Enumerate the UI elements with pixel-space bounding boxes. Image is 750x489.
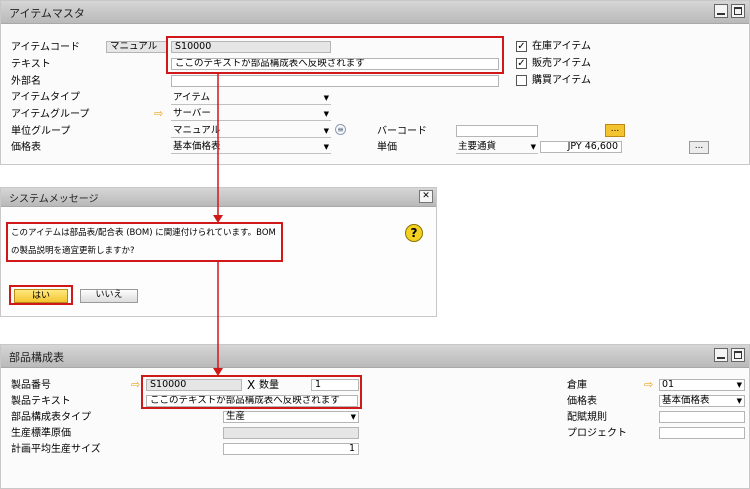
uom-group-dropdown[interactable]: マニュアル [171, 125, 331, 137]
product-no-link-arrow[interactable]: ⇨ [131, 379, 140, 391]
item-master-window: アイテムマスタ アイテムコード テキスト 外部名 アイテムタイプ アイテムグルー… [0, 0, 750, 165]
barcode-label: バーコード [377, 126, 427, 137]
project-label: プロジェクト [567, 428, 627, 439]
bom-maximize-button[interactable] [731, 348, 745, 362]
question-icon: ? [405, 224, 423, 242]
unit-price-field[interactable]: JPY 46,600 [540, 141, 622, 153]
distribution-rule-field[interactable] [659, 411, 745, 423]
item-code-label: アイテムコード [11, 42, 80, 53]
product-text-label: 製品テキスト [11, 396, 71, 407]
inventory-item-label: 在庫アイテム [532, 41, 591, 52]
system-message-titlebar: システムメッセージ ✕ [1, 188, 436, 207]
purchase-item-label: 購買アイテム [532, 75, 591, 86]
item-type-label: アイテムタイプ [11, 92, 80, 103]
unit-price-detail-button[interactable]: ... [689, 141, 709, 154]
item-master-titlebar: アイテムマスタ [1, 1, 749, 24]
item-master-title: アイテムマスタ [9, 7, 85, 20]
sales-item-label: 販売アイテム [532, 58, 591, 69]
uom-group-label: 単位グループ [11, 126, 71, 137]
bom-type-label: 部品構成表タイプ [11, 412, 91, 423]
bom-minimize-button[interactable] [714, 348, 728, 362]
inventory-item-checkbox[interactable]: ✓ [516, 41, 527, 52]
planned-size-label: 計画平均生産サイズ [11, 444, 101, 455]
currency-dropdown[interactable]: 主要通貨 [456, 141, 538, 153]
planned-size-field[interactable]: 1 [223, 443, 359, 455]
maximize-button[interactable] [731, 4, 745, 18]
item-code-mode[interactable]: マニュアル [106, 41, 168, 53]
product-no-label: 製品番号 [11, 380, 51, 391]
uom-group-info-icon[interactable]: ≡ [335, 124, 346, 135]
barcode-field[interactable] [456, 125, 538, 137]
yes-button-highlight [9, 285, 73, 305]
unit-price-label: 単価 [377, 142, 397, 153]
warehouse-label: 倉庫 [567, 380, 587, 391]
minimize-button[interactable] [714, 4, 728, 18]
barcode-lookup-button[interactable]: ... [605, 124, 625, 137]
bom-title: 部品構成表 [9, 351, 64, 364]
std-cost-label: 生産標準原価 [11, 428, 71, 439]
purchase-item-checkbox[interactable] [516, 75, 527, 86]
no-button[interactable]: いいえ [80, 289, 138, 303]
warehouse-dropdown[interactable]: 01 [659, 379, 745, 391]
foreign-name-label: 外部名 [11, 76, 41, 87]
foreign-name-field[interactable] [171, 75, 499, 87]
text-label: テキスト [11, 59, 51, 70]
price-list-label: 価格表 [11, 142, 41, 153]
item-type-dropdown[interactable]: アイテム [171, 92, 331, 104]
bom-titlebar: 部品構成表 [1, 345, 749, 368]
bom-window: 部品構成表 製品番号 製品テキスト 部品構成表タイプ 生産標準原価 計画平均生産… [0, 344, 750, 489]
bom-type-dropdown[interactable]: 生産 [223, 411, 359, 423]
item-group-link-arrow[interactable]: ⇨ [154, 108, 163, 120]
warehouse-link-arrow[interactable]: ⇨ [644, 379, 653, 391]
item-group-label: アイテムグループ [11, 109, 90, 120]
system-message-title: システムメッセージ [9, 194, 99, 205]
bom-product-highlight [141, 375, 362, 409]
message-highlight [6, 222, 283, 262]
sales-item-checkbox[interactable]: ✓ [516, 58, 527, 69]
item-text-highlight [166, 36, 504, 74]
item-group-dropdown[interactable]: サーバー [171, 108, 331, 120]
bom-price-list-label: 価格表 [567, 396, 597, 407]
price-list-dropdown[interactable]: 基本価格表 [171, 141, 331, 153]
close-icon[interactable]: ✕ [419, 190, 433, 203]
std-cost-field [223, 427, 359, 439]
bom-price-list-dropdown[interactable]: 基本価格表 [659, 395, 745, 407]
project-field[interactable] [659, 427, 745, 439]
distribution-rule-label: 配賦規則 [567, 412, 607, 423]
